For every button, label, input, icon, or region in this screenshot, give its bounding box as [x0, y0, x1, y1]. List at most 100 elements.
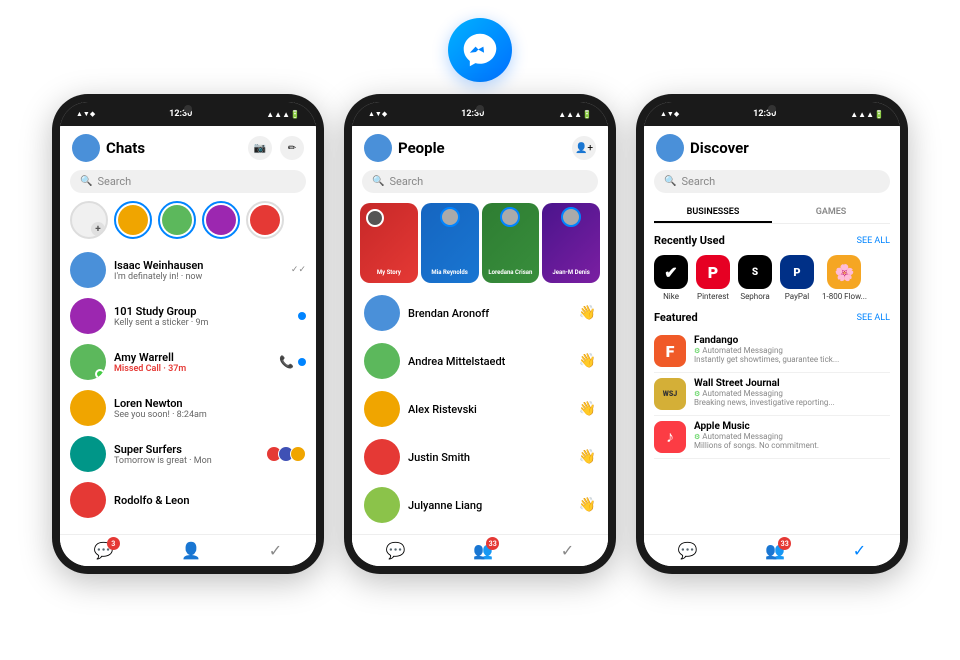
chats-app-header: Chats 📷 ✏	[60, 126, 316, 166]
discover-user-avatar[interactable]	[656, 134, 684, 162]
people-app-header: People 👤+	[352, 126, 608, 166]
brand-paypal[interactable]: P PayPal	[780, 255, 814, 301]
nav-badge-people: 33	[486, 537, 499, 550]
wave-icon-brendan[interactable]: 👋	[579, 305, 596, 321]
discover-phone: ▲▼◆ 12:30 ▲▲▲🔋 Discover 🔍 Search	[636, 94, 908, 574]
chat-item-studygroup[interactable]: 101 Study Group Kelly sent a sticker · 9…	[60, 293, 316, 339]
chat-avatar-studygroup	[70, 298, 106, 334]
people-search-label: Search	[389, 175, 423, 188]
add-friend-icon[interactable]: 👤+	[572, 136, 596, 160]
wave-icon-justin[interactable]: 👋	[579, 449, 596, 465]
discover-app-header: Discover	[644, 126, 900, 166]
discover-title: Discover	[690, 139, 888, 157]
people-nav-active[interactable]: ✓	[561, 541, 574, 560]
chats-nav-people[interactable]: 👤	[181, 541, 201, 560]
people-avatar-julyanne	[364, 487, 400, 523]
people-screen: People 👤+ 🔍 Search My Story	[352, 126, 608, 566]
featured-title: Featured	[654, 311, 698, 324]
brand-nike[interactable]: ✔ Nike	[654, 255, 688, 301]
story-jean[interactable]: Jean-M Denis	[542, 203, 600, 283]
people-avatar-andrea	[364, 343, 400, 379]
recently-used-title: Recently Used	[654, 234, 725, 247]
people-avatar-justin	[364, 439, 400, 475]
chat-item-amy[interactable]: Amy Warrell Missed Call · 37m 📞	[60, 339, 316, 385]
featured-logo-apple-music: ♪	[654, 421, 686, 453]
people-nav-people[interactable]: 👥 33	[473, 541, 493, 560]
recently-used-section: Recently Used SEE ALL ✔ Nike P Pinterest	[644, 228, 900, 305]
people-item-julyanne[interactable]: Julyanne Liang 👋	[352, 481, 608, 529]
chats-phone: ▲▼◆ 12:30 ▲▲▲🔋 Chats 📷 ✏ 🔍	[52, 94, 324, 574]
brand-flow[interactable]: 🌸 1-800 Flow...	[822, 255, 867, 301]
people-nav-chats-icon: 💬	[386, 541, 406, 560]
tab-games[interactable]: GAMES	[772, 203, 890, 223]
story-label-jean: Jean-M Denis	[542, 259, 600, 278]
people-item-justin[interactable]: Justin Smith 👋	[352, 433, 608, 481]
story-my-story[interactable]: My Story	[360, 203, 418, 283]
wave-icon-alex[interactable]: 👋	[579, 401, 596, 417]
discover-nav-active[interactable]: ✓	[853, 541, 866, 560]
brand-pinterest[interactable]: P Pinterest	[696, 255, 730, 301]
people-user-avatar[interactable]	[364, 134, 392, 162]
chats-user-avatar[interactable]	[72, 134, 100, 162]
featured-header: Featured SEE ALL	[654, 311, 890, 324]
people-item-alex[interactable]: Alex Ristevski 👋	[352, 385, 608, 433]
edit-icon[interactable]: ✏	[280, 136, 304, 160]
search-icon-people: 🔍	[372, 176, 384, 187]
story-add-item[interactable]: +	[70, 201, 108, 239]
people-item-brendan[interactable]: Brendan Aronoff 👋	[352, 289, 608, 337]
status-bar-discover: ▲▼◆ 12:30 ▲▲▲🔋	[644, 102, 900, 126]
search-icon-discover: 🔍	[664, 176, 676, 187]
story-item-4[interactable]	[246, 201, 284, 239]
chat-name-rodolfo: Rodolfo & Leon	[114, 494, 306, 507]
chat-preview-amy: Missed Call · 37m	[114, 364, 271, 374]
featured-tag-apple-music: ⚙ Automated Messaging	[694, 432, 890, 441]
chats-nav-chats[interactable]: 💬 3	[94, 541, 114, 560]
chat-preview-isaac: I'm definately in! · now	[114, 272, 283, 282]
featured-see-all[interactable]: SEE ALL	[857, 313, 890, 323]
chats-search-bar[interactable]: 🔍 Search	[70, 170, 306, 193]
chats-nav-active[interactable]: ✓	[269, 541, 282, 560]
chat-name-isaac: Isaac Weinhausen	[114, 259, 283, 272]
story-item-3[interactable]	[202, 201, 240, 239]
people-avatar-alex	[364, 391, 400, 427]
story-item-1[interactable]	[114, 201, 152, 239]
discover-bottom-nav: 💬 👥 33 ✓	[644, 534, 900, 566]
camera-icon[interactable]: 📷	[248, 136, 272, 160]
chat-name-amy: Amy Warrell	[114, 351, 271, 364]
wave-icon-andrea[interactable]: 👋	[579, 353, 596, 369]
chat-name-loren: Loren Newton	[114, 397, 306, 410]
tab-businesses[interactable]: BUSINESSES	[654, 203, 772, 223]
story-item-2[interactable]	[158, 201, 196, 239]
chat-item-isaac[interactable]: Isaac Weinhausen I'm definately in! · no…	[60, 247, 316, 293]
people-item-andrea[interactable]: Andrea Mittelstaedt 👋	[352, 337, 608, 385]
featured-fandango[interactable]: F Fandango ⚙ Automated Messaging Instant…	[654, 330, 890, 373]
discover-nav-active-icon: ✓	[853, 541, 866, 560]
featured-wsj[interactable]: WSJ Wall Street Journal ⚙ Automated Mess…	[654, 373, 890, 416]
people-avatar-brendan	[364, 295, 400, 331]
phones-container: ▲▼◆ 12:30 ▲▲▲🔋 Chats 📷 ✏ 🔍	[0, 94, 960, 660]
wave-icon-julyanne[interactable]: 👋	[579, 497, 596, 513]
status-bar-chats: ▲▼◆ 12:30 ▲▲▲🔋	[60, 102, 316, 126]
chat-preview-surfers: Tomorrow is great · Mon	[114, 456, 258, 466]
search-icon: 🔍	[80, 176, 92, 187]
featured-apple-music[interactable]: ♪ Apple Music ⚙ Automated Messaging Mill…	[654, 416, 890, 459]
story-mia[interactable]: Mia Reynolds	[421, 203, 479, 283]
chats-list: Isaac Weinhausen I'm definately in! · no…	[60, 247, 316, 534]
recently-used-see-all[interactable]: SEE ALL	[857, 236, 890, 246]
chat-item-loren[interactable]: Loren Newton See you soon! · 8:24am	[60, 385, 316, 431]
discover-nav-people[interactable]: 👥 33	[765, 541, 785, 560]
discover-tabs: BUSINESSES GAMES	[654, 203, 890, 224]
chat-item-rodolfo[interactable]: Rodolfo & Leon	[60, 477, 316, 523]
chats-stories-row: +	[60, 199, 316, 247]
discover-nav-chats[interactable]: 💬	[678, 541, 698, 560]
story-loredana[interactable]: Loredana Crisan	[482, 203, 540, 283]
people-search-bar[interactable]: 🔍 Search	[362, 170, 598, 193]
people-nav-chats[interactable]: 💬	[386, 541, 406, 560]
recently-used-header: Recently Used SEE ALL	[654, 234, 890, 247]
brand-name-flow: 1-800 Flow...	[822, 292, 867, 301]
people-name-alex: Alex Ristevski	[408, 403, 571, 416]
brand-logo-flow: 🌸	[827, 255, 861, 289]
discover-search-bar[interactable]: 🔍 Search	[654, 170, 890, 193]
brand-sephora[interactable]: S Sephora	[738, 255, 772, 301]
chat-item-surfers[interactable]: Super Surfers Tomorrow is great · Mon	[60, 431, 316, 477]
